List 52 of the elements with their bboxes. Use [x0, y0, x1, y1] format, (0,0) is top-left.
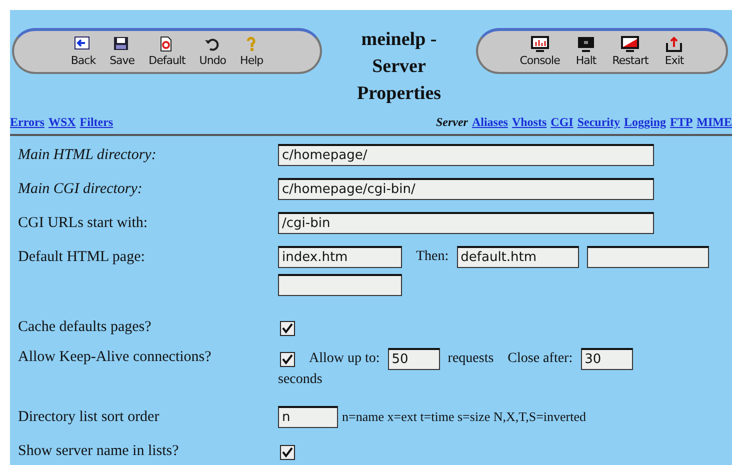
- nav-link[interactable]: WSX: [48, 115, 76, 130]
- input-field[interactable]: 30: [580, 348, 633, 370]
- input-field[interactable]: c/homepage/: [278, 144, 654, 166]
- nav-link[interactable]: Filters: [80, 115, 114, 130]
- toolbar-button[interactable]: Back: [70, 35, 96, 67]
- input-field[interactable]: [278, 274, 402, 296]
- nav-link[interactable]: CGI: [550, 115, 574, 130]
- checkbox[interactable]: [280, 321, 295, 336]
- toolbar-button[interactable]: Exit: [664, 35, 684, 67]
- toolbar-button[interactable]: Restart: [612, 35, 648, 67]
- field-label: Directory list sort order: [18, 408, 160, 426]
- toolbar-button[interactable]: Default: [148, 35, 186, 67]
- nav-link[interactable]: MIME: [696, 115, 732, 130]
- field-label: Allow up to:: [309, 351, 380, 367]
- monitor-icon: [576, 35, 596, 53]
- toolbar-button[interactable]: Console: [520, 35, 560, 67]
- field-label: Close after:: [508, 351, 573, 367]
- nav-link[interactable]: FTP: [670, 115, 693, 130]
- input-field[interactable]: index.htm: [278, 246, 402, 268]
- field-label: Default HTML page:: [18, 248, 146, 266]
- toolbar-button[interactable]: Save: [110, 35, 135, 67]
- input-field[interactable]: 50: [388, 348, 440, 370]
- checkbox[interactable]: [280, 352, 295, 366]
- nav-link[interactable]: Vhosts: [512, 115, 547, 130]
- field-label: Main CGI directory:: [18, 180, 144, 198]
- nav-link[interactable]: Aliases: [472, 115, 508, 130]
- field-label: Then:: [416, 249, 449, 265]
- monitor-chart-icon: [530, 35, 550, 53]
- field-label: Show server name in lists?: [18, 442, 180, 460]
- nav-link[interactable]: Errors: [10, 115, 44, 130]
- toolbar-button[interactable]: Help: [240, 35, 264, 67]
- field-label: requests: [448, 351, 494, 367]
- field-label: CGI URLs start with:: [18, 214, 149, 232]
- nav-link[interactable]: Security: [577, 115, 620, 130]
- section-label: Server: [436, 115, 468, 130]
- toolbar-button[interactable]: Halt: [576, 35, 596, 67]
- checkbox[interactable]: [280, 445, 295, 460]
- exit-arrow-icon: [664, 35, 684, 53]
- input-field[interactable]: [586, 246, 709, 268]
- input-field[interactable]: n: [278, 406, 338, 428]
- input-field[interactable]: /cgi-bin: [278, 212, 654, 234]
- toolbar-button[interactable]: Undo: [199, 35, 226, 67]
- field-label: Cache defaults pages?: [18, 318, 152, 336]
- monitor-icon: [620, 35, 640, 53]
- page-title: meinelp - Server Properties: [356, 28, 442, 106]
- input-field[interactable]: default.htm: [456, 246, 579, 268]
- field-label: seconds: [278, 372, 324, 388]
- field-label: Main HTML directory:: [18, 146, 158, 164]
- nav-link[interactable]: Logging: [624, 115, 666, 130]
- input-field[interactable]: c/homepage/cgi-bin/: [278, 178, 654, 200]
- field-label: Allow Keep-Alive connections?: [18, 348, 212, 366]
- hint-text: n=name x=ext t=time s=size N,X,T,S=inverted: [342, 409, 586, 425]
